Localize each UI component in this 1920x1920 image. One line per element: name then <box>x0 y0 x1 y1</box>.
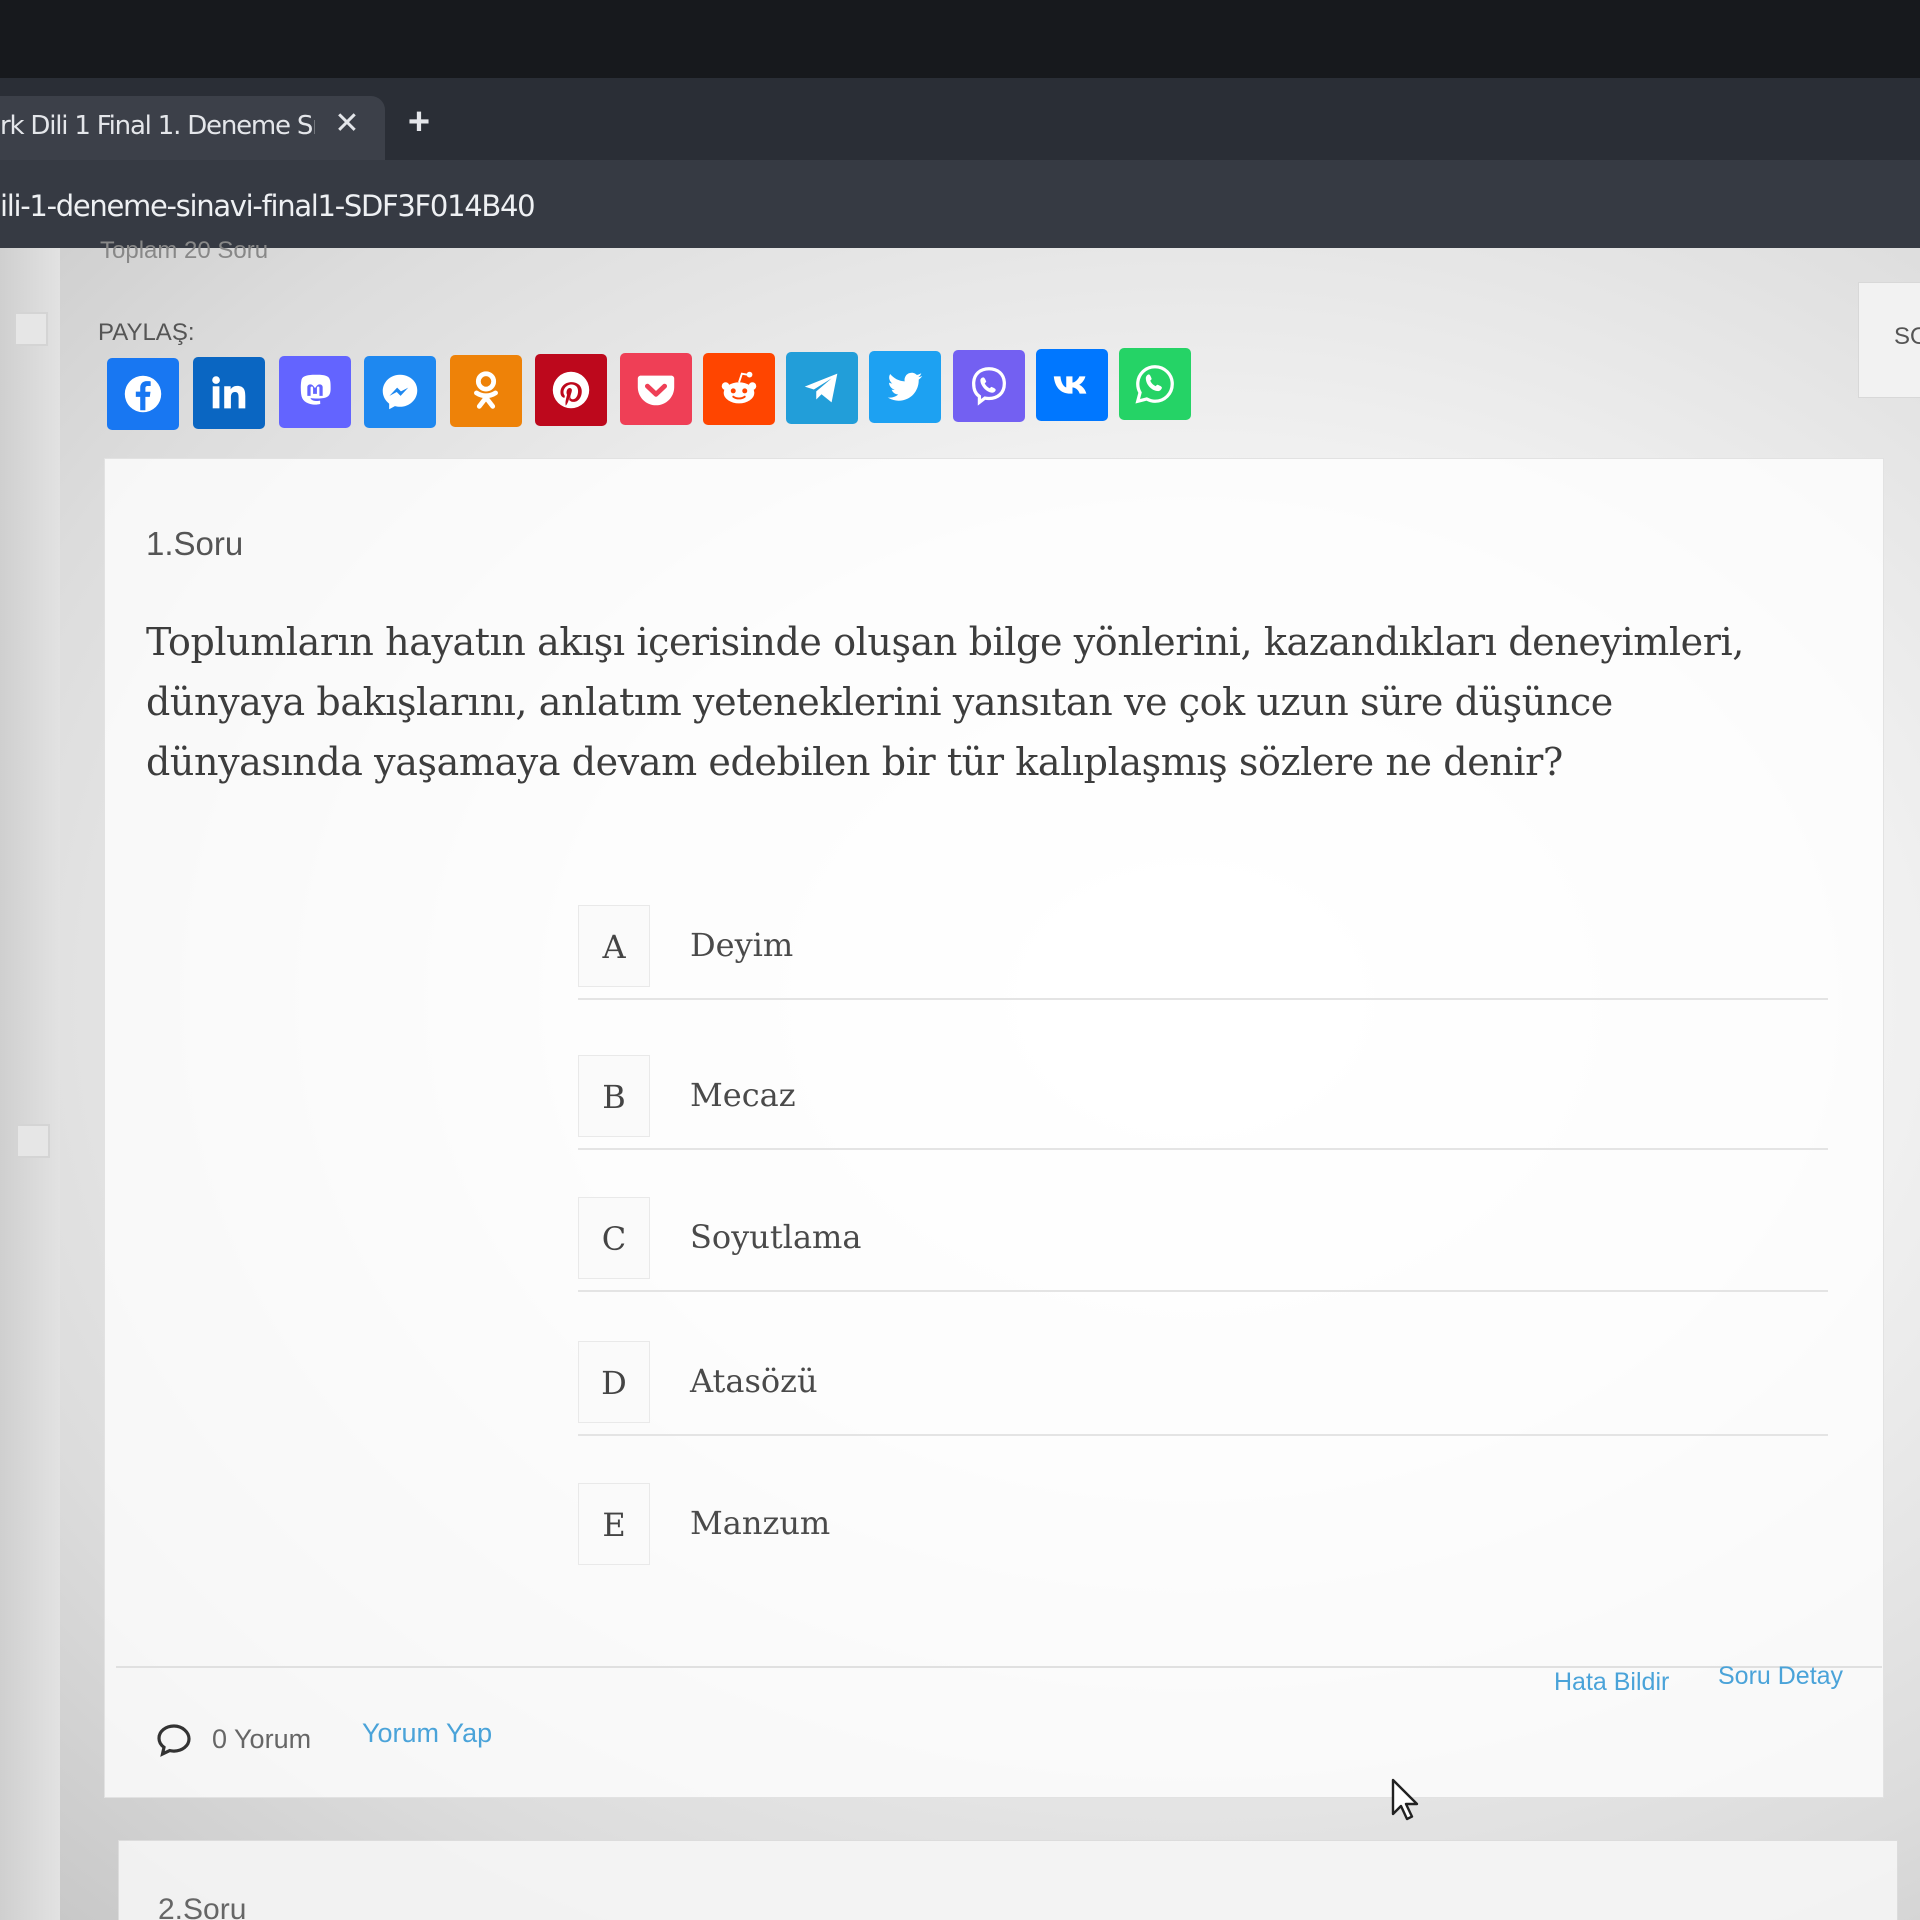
new-tab-button[interactable]: + <box>402 102 436 142</box>
vk-share-button[interactable] <box>1036 349 1108 421</box>
window-top-bar <box>0 0 1920 85</box>
messenger-icon <box>382 374 418 410</box>
viber-share-button[interactable] <box>953 350 1025 422</box>
question-text: Toplumların hayatın akışı içerisinde olu… <box>146 620 1744 784</box>
viber-icon <box>972 367 1006 406</box>
option-text[interactable]: Soyutlama <box>690 1202 861 1272</box>
add-comment-link[interactable]: Yorum Yap <box>362 1714 492 1752</box>
sidebar-checkbox[interactable] <box>16 1124 50 1158</box>
linkedin-icon <box>212 376 246 409</box>
option-text[interactable]: Mecaz <box>690 1060 796 1130</box>
facebook-icon <box>124 375 162 413</box>
twitter-icon <box>887 372 923 401</box>
pinterest-share-button[interactable] <box>535 354 607 426</box>
twitter-share-button[interactable] <box>869 351 941 423</box>
mastodon-share-button[interactable] <box>279 356 351 428</box>
messenger-share-button[interactable] <box>364 356 436 428</box>
facebook-share-button[interactable] <box>107 358 179 430</box>
pocket-icon <box>637 375 675 406</box>
option-d[interactable]: D Atasözü <box>578 1316 1828 1436</box>
option-b[interactable]: B Mecaz <box>578 1030 1828 1150</box>
right-panel-text: SO <box>1894 323 1920 350</box>
reddit-icon <box>721 371 757 404</box>
option-letter[interactable]: C <box>578 1197 650 1279</box>
whatsapp-share-button[interactable] <box>1119 348 1191 420</box>
option-text[interactable]: Deyim <box>690 910 793 980</box>
share-label: PAYLAŞ: <box>98 319 195 346</box>
linkedin-share-button[interactable] <box>193 357 265 429</box>
option-c[interactable]: C Soyutlama <box>578 1172 1828 1292</box>
option-letter[interactable]: A <box>578 905 650 987</box>
sidebar-checkbox[interactable] <box>14 312 48 346</box>
comment-icon <box>157 1724 191 1757</box>
option-letter[interactable]: B <box>578 1055 650 1137</box>
tab-close-icon[interactable]: ✕ <box>333 106 361 142</box>
pocket-share-button[interactable] <box>620 353 692 425</box>
question-number: 1.Soru <box>146 525 244 562</box>
telegram-icon <box>804 373 838 403</box>
vk-icon <box>1053 376 1087 394</box>
question-detail-link[interactable]: Soru Detay <box>1718 1658 1843 1694</box>
option-text[interactable]: Manzum <box>690 1488 830 1558</box>
question-count-text: Toplam 20 Soru <box>100 238 269 264</box>
option-a[interactable]: A Deyim <box>578 880 1828 1000</box>
option-letter[interactable]: E <box>578 1483 650 1565</box>
odnoklassniki-share-button[interactable] <box>450 355 522 427</box>
left-sidebar-edge <box>0 248 60 1920</box>
option-text[interactable]: Atasözü <box>690 1346 818 1416</box>
pinterest-icon <box>552 371 590 409</box>
tab-title[interactable]: rk Dili 1 Final 1. Deneme Sınavı <box>0 108 315 144</box>
odnoklassniki-icon <box>474 371 498 409</box>
next-question-number: 2.Soru <box>158 1893 247 1920</box>
option-e[interactable]: E Manzum <box>578 1458 1828 1578</box>
reddit-share-button[interactable] <box>703 353 775 425</box>
next-question-card <box>118 1840 1898 1920</box>
mouse-cursor-icon <box>1391 1778 1419 1821</box>
report-error-link[interactable]: Hata Bildir <box>1554 1664 1669 1700</box>
mastodon-icon <box>300 374 331 405</box>
option-letter[interactable]: D <box>578 1341 650 1423</box>
whatsapp-icon <box>1135 365 1174 404</box>
telegram-share-button[interactable] <box>786 352 858 424</box>
comment-count: 0 Yorum <box>212 1724 312 1754</box>
url-text[interactable]: ili-1-deneme-sinavi-final1-SDF3F014B40 <box>0 186 536 226</box>
